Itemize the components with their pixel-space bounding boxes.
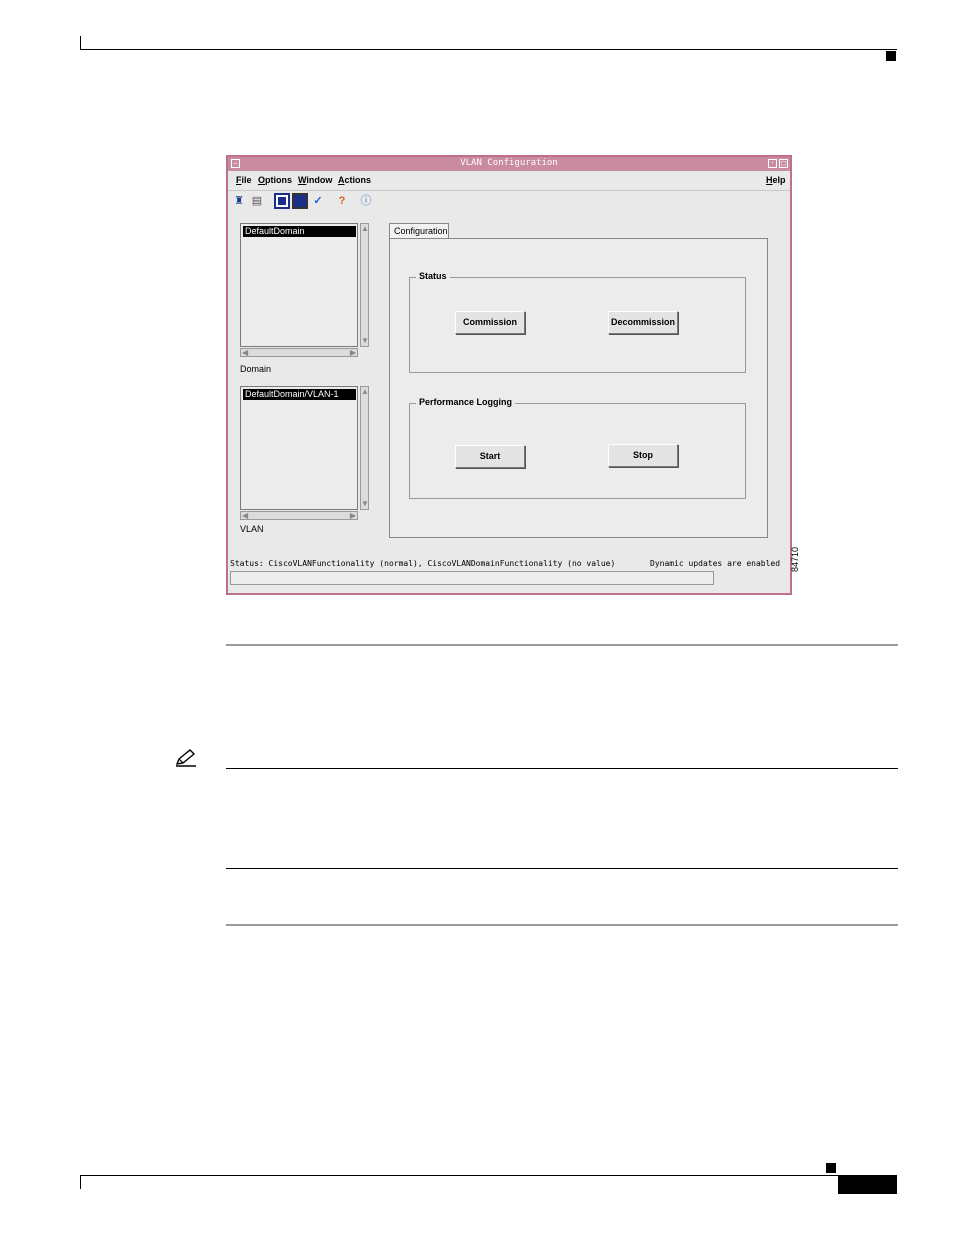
scroll-right-icon[interactable]: ▶	[350, 349, 356, 357]
scroll-up-icon[interactable]: ▲	[361, 225, 369, 233]
performance-logging-group: Performance Logging Start Stop	[409, 397, 746, 499]
footer-tick	[80, 1175, 81, 1189]
status-group-title: Status	[416, 271, 450, 281]
scroll-right-icon[interactable]: ▶	[350, 512, 356, 520]
status-text: Status: CiscoVLANFunctionality (normal),…	[230, 559, 616, 568]
status-group: Status Commission Decommission	[409, 271, 746, 373]
domain-list-hscroll[interactable]: ◀ ▶	[240, 348, 358, 357]
note-bottom-rule	[226, 868, 898, 869]
section-end-rule	[226, 924, 898, 926]
commission-button[interactable]: Commission	[455, 311, 525, 334]
vlan-list[interactable]: DefaultDomain/VLAN-1	[240, 386, 358, 510]
scroll-left-icon[interactable]: ◀	[242, 349, 248, 357]
dynamic-updates-text: Dynamic updates are enabled	[650, 559, 781, 568]
status-message-field	[230, 571, 714, 585]
menu-options[interactable]: Options	[258, 175, 292, 185]
pencil-icon	[174, 748, 198, 768]
menu-window[interactable]: Window	[298, 175, 332, 185]
menu-help[interactable]: Help	[766, 175, 786, 185]
window-titlebar: – VLAN Configuration · □	[228, 157, 790, 171]
vlan-configuration-window: – VLAN Configuration · □ File Options Wi…	[226, 155, 792, 595]
domain-list[interactable]: DefaultDomain	[240, 223, 358, 347]
decommission-button[interactable]: Decommission	[608, 311, 678, 334]
figure-end-rule	[226, 644, 898, 646]
help-icon[interactable]: ?	[334, 193, 350, 209]
menubar: File Options Window Actions Help	[228, 172, 790, 191]
scroll-up-icon[interactable]: ▲	[361, 388, 369, 396]
status-bar: Status: CiscoVLANFunctionality (normal),…	[230, 559, 790, 568]
header-tick	[80, 36, 81, 50]
scroll-down-icon[interactable]: ▼	[361, 337, 369, 345]
configuration-panel: Status Commission Decommission Performan…	[389, 238, 768, 538]
vlan-list-hscroll[interactable]: ◀ ▶	[240, 511, 358, 520]
scroll-left-icon[interactable]: ◀	[242, 512, 248, 520]
stop-button[interactable]: Stop	[608, 444, 678, 467]
vlan-list-vscroll[interactable]: ▲ ▼	[360, 386, 369, 510]
start-button[interactable]: Start	[455, 445, 525, 468]
menu-actions[interactable]: Actions	[338, 175, 371, 185]
domain-label: Domain	[240, 364, 272, 374]
info-icon[interactable]: ⓘ	[358, 193, 374, 209]
monitor-icon[interactable]	[292, 193, 308, 209]
domain-list-vscroll[interactable]: ▲ ▼	[360, 223, 369, 347]
printer-icon[interactable]: ▤	[249, 193, 265, 209]
footer-rule	[80, 1175, 897, 1176]
header-rule	[80, 49, 897, 50]
header-marker	[886, 51, 896, 61]
performance-logging-title: Performance Logging	[416, 397, 516, 407]
minimize-icon[interactable]: ·	[768, 159, 777, 168]
footer-marker	[826, 1163, 836, 1173]
page-number-tab	[838, 1176, 897, 1194]
window-title: VLAN Configuration	[460, 158, 558, 168]
vlan-label: VLAN	[240, 524, 264, 534]
figure-number: 84710	[790, 546, 800, 572]
list-icon[interactable]	[274, 193, 290, 209]
scroll-down-icon[interactable]: ▼	[361, 500, 369, 508]
vlan-list-item[interactable]: DefaultDomain/VLAN-1	[243, 389, 356, 400]
note-top-rule	[226, 768, 898, 769]
toolbar: ♜ ▤ ✓ ? ⓘ	[228, 192, 790, 212]
user-icon[interactable]: ♜	[231, 193, 247, 209]
menu-file[interactable]: File	[236, 175, 252, 185]
tab-configuration[interactable]: Configuration	[389, 223, 449, 239]
maximize-icon[interactable]: □	[779, 159, 788, 168]
domain-list-item[interactable]: DefaultDomain	[243, 226, 356, 237]
checkmark-icon[interactable]: ✓	[310, 193, 326, 209]
